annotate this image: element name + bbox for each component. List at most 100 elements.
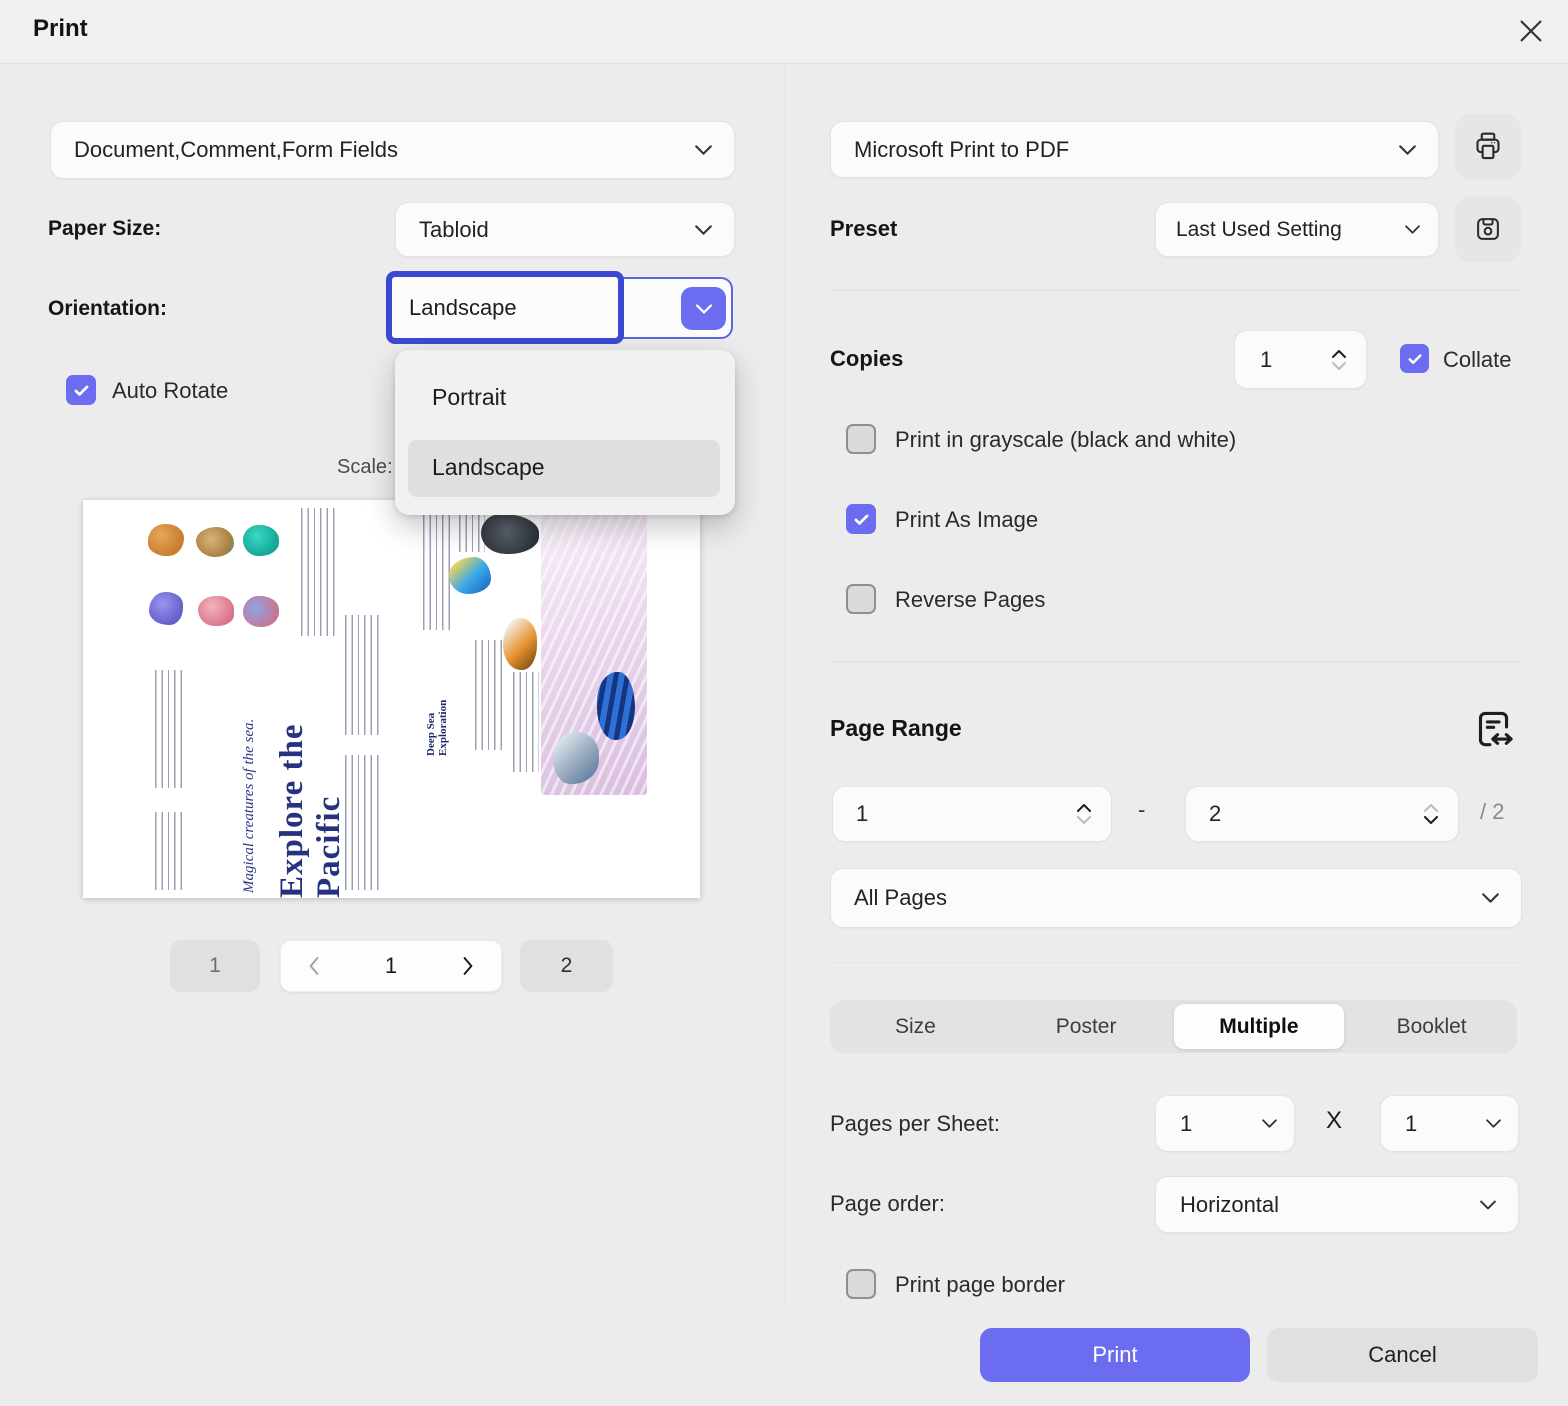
paper-size-select[interactable]: Tabloid [395,202,735,257]
coral-illustration [196,527,234,557]
chevron-up-icon [1077,804,1091,812]
close-icon [1516,16,1546,46]
coral-illustration [243,525,279,556]
pager-control: 1 [280,940,502,992]
print-preview-page: Magical creatures of the sea. Explore th… [83,500,700,898]
chevron-down-icon [1399,144,1438,155]
chevron-down-icon [1486,1119,1518,1128]
pages-per-sheet-times: X [1326,1107,1343,1134]
pager-last-label: 2 [560,954,573,977]
copies-label: Copies [830,346,904,371]
page-range-total: / 2 [1480,799,1505,824]
section-divider [830,290,1520,291]
chevron-down-icon [1424,816,1438,824]
print-page-border-checkbox[interactable] [846,1269,876,1299]
auto-rotate-checkbox[interactable] [66,375,96,405]
chevron-down-icon [695,303,712,314]
coral-illustration [198,596,234,626]
preset-select[interactable]: Last Used Setting [1155,202,1439,257]
spinner-arrows[interactable] [1332,349,1366,370]
print-button[interactable]: Print [980,1328,1250,1382]
page-range-mode-select[interactable]: All Pages [830,868,1522,928]
check-icon [72,381,91,400]
page-range-from-value: 1 [856,801,869,826]
page-order-label: Page order: [830,1191,945,1216]
print-page-border-label: Print page border [895,1272,1065,1297]
preset-value: Last Used Setting [1176,217,1342,241]
copies-spinner[interactable]: 1 [1234,330,1367,389]
pages-per-sheet-label: Pages per Sheet: [830,1111,1001,1136]
printer-select[interactable]: Microsoft Print to PDF [830,121,1439,178]
pages-per-sheet-rows-value: 1 [1405,1110,1418,1136]
print-as-image-label: Print As Image [895,507,1039,532]
pager-last-page-button[interactable]: 2 [520,940,613,992]
preview-text-column [475,640,505,750]
paper-size-label: Paper Size: [48,217,162,240]
page-range-to-value: 2 [1209,801,1222,826]
orientation-option-landscape[interactable]: Landscape [432,454,545,481]
chevron-down-icon [1482,893,1521,903]
section-divider [830,661,1520,662]
tab-size[interactable]: Size [830,1000,1001,1053]
check-icon [852,510,871,529]
save-preset-button[interactable] [1455,196,1521,262]
chevron-down-icon [1332,361,1346,370]
chevron-down-icon [695,145,734,155]
close-button[interactable] [1510,10,1552,52]
preview-kicker-text: Magical creatures of the sea. [241,718,257,893]
page-range-to-spinner[interactable]: 2 [1185,786,1459,842]
tab-multiple[interactable]: Multiple [1173,1004,1345,1049]
pages-per-sheet-rows-select[interactable]: 1 [1380,1095,1519,1152]
preview-text-column [155,670,185,788]
tab-booklet[interactable]: Booklet [1346,1000,1517,1053]
page-range-expand-button[interactable] [1468,704,1518,754]
print-as-image-checkbox[interactable] [846,504,876,534]
tab-poster[interactable]: Poster [1001,1000,1172,1053]
reverse-pages-checkbox[interactable] [846,584,876,614]
auto-rotate-label: Auto Rotate [112,378,229,403]
collate-label: Collate [1443,347,1512,372]
preview-text-column [423,510,453,630]
pager-first-page-button[interactable]: 1 [170,940,260,992]
pages-per-sheet-cols-select[interactable]: 1 [1155,1095,1295,1152]
page-range-separator: - [1138,797,1146,822]
coral-illustration [149,592,183,625]
page-order-value: Horizontal [1180,1191,1280,1217]
preview-title-text: Explore the Pacific [274,723,347,898]
orientation-option-portrait[interactable]: Portrait [432,384,506,411]
chevron-left-icon[interactable] [307,957,321,975]
orientation-dropdown-button[interactable] [681,287,726,330]
page-range-mode-value: All Pages [854,885,947,910]
panel-divider [785,63,786,1306]
orientation-value: Landscape [409,294,517,320]
page-range-from-spinner[interactable]: 1 [832,786,1112,842]
chevron-up-icon [1332,349,1346,358]
preview-subhead-text: Deep Sea Exploration [425,699,449,756]
dialog-title: Print [33,15,88,42]
copies-value: 1 [1260,346,1273,372]
page-range-heading: Page Range [830,715,962,741]
collate-checkbox[interactable] [1400,344,1429,373]
orientation-value-box[interactable]: Landscape [386,271,624,344]
chevron-down-icon [1405,225,1438,234]
chevron-down-icon [1077,816,1091,824]
printer-value: Microsoft Print to PDF [854,136,1070,162]
chevron-up-icon [1424,804,1438,812]
chevron-down-icon [1262,1119,1294,1128]
coral-illustration [148,524,184,556]
spinner-arrows[interactable] [1077,804,1111,824]
cancel-button[interactable]: Cancel [1267,1328,1538,1382]
striped-fish-photo [597,672,635,740]
spinner-arrows[interactable] [1424,804,1458,824]
orientation-dropdown-menu: Portrait Landscape [395,350,735,515]
coral-illustration [243,596,279,627]
layout-tabs: Size Poster Multiple Booklet [830,1000,1517,1053]
pager-current-page: 1 [384,953,398,978]
print-content-select[interactable]: Document,Comment,Form Fields [50,121,735,179]
save-icon [1472,213,1504,245]
chevron-right-icon[interactable] [461,957,475,975]
printer-icon [1471,130,1505,164]
printer-properties-button[interactable] [1455,114,1521,180]
page-order-select[interactable]: Horizontal [1155,1176,1519,1233]
grayscale-checkbox[interactable] [846,424,876,454]
